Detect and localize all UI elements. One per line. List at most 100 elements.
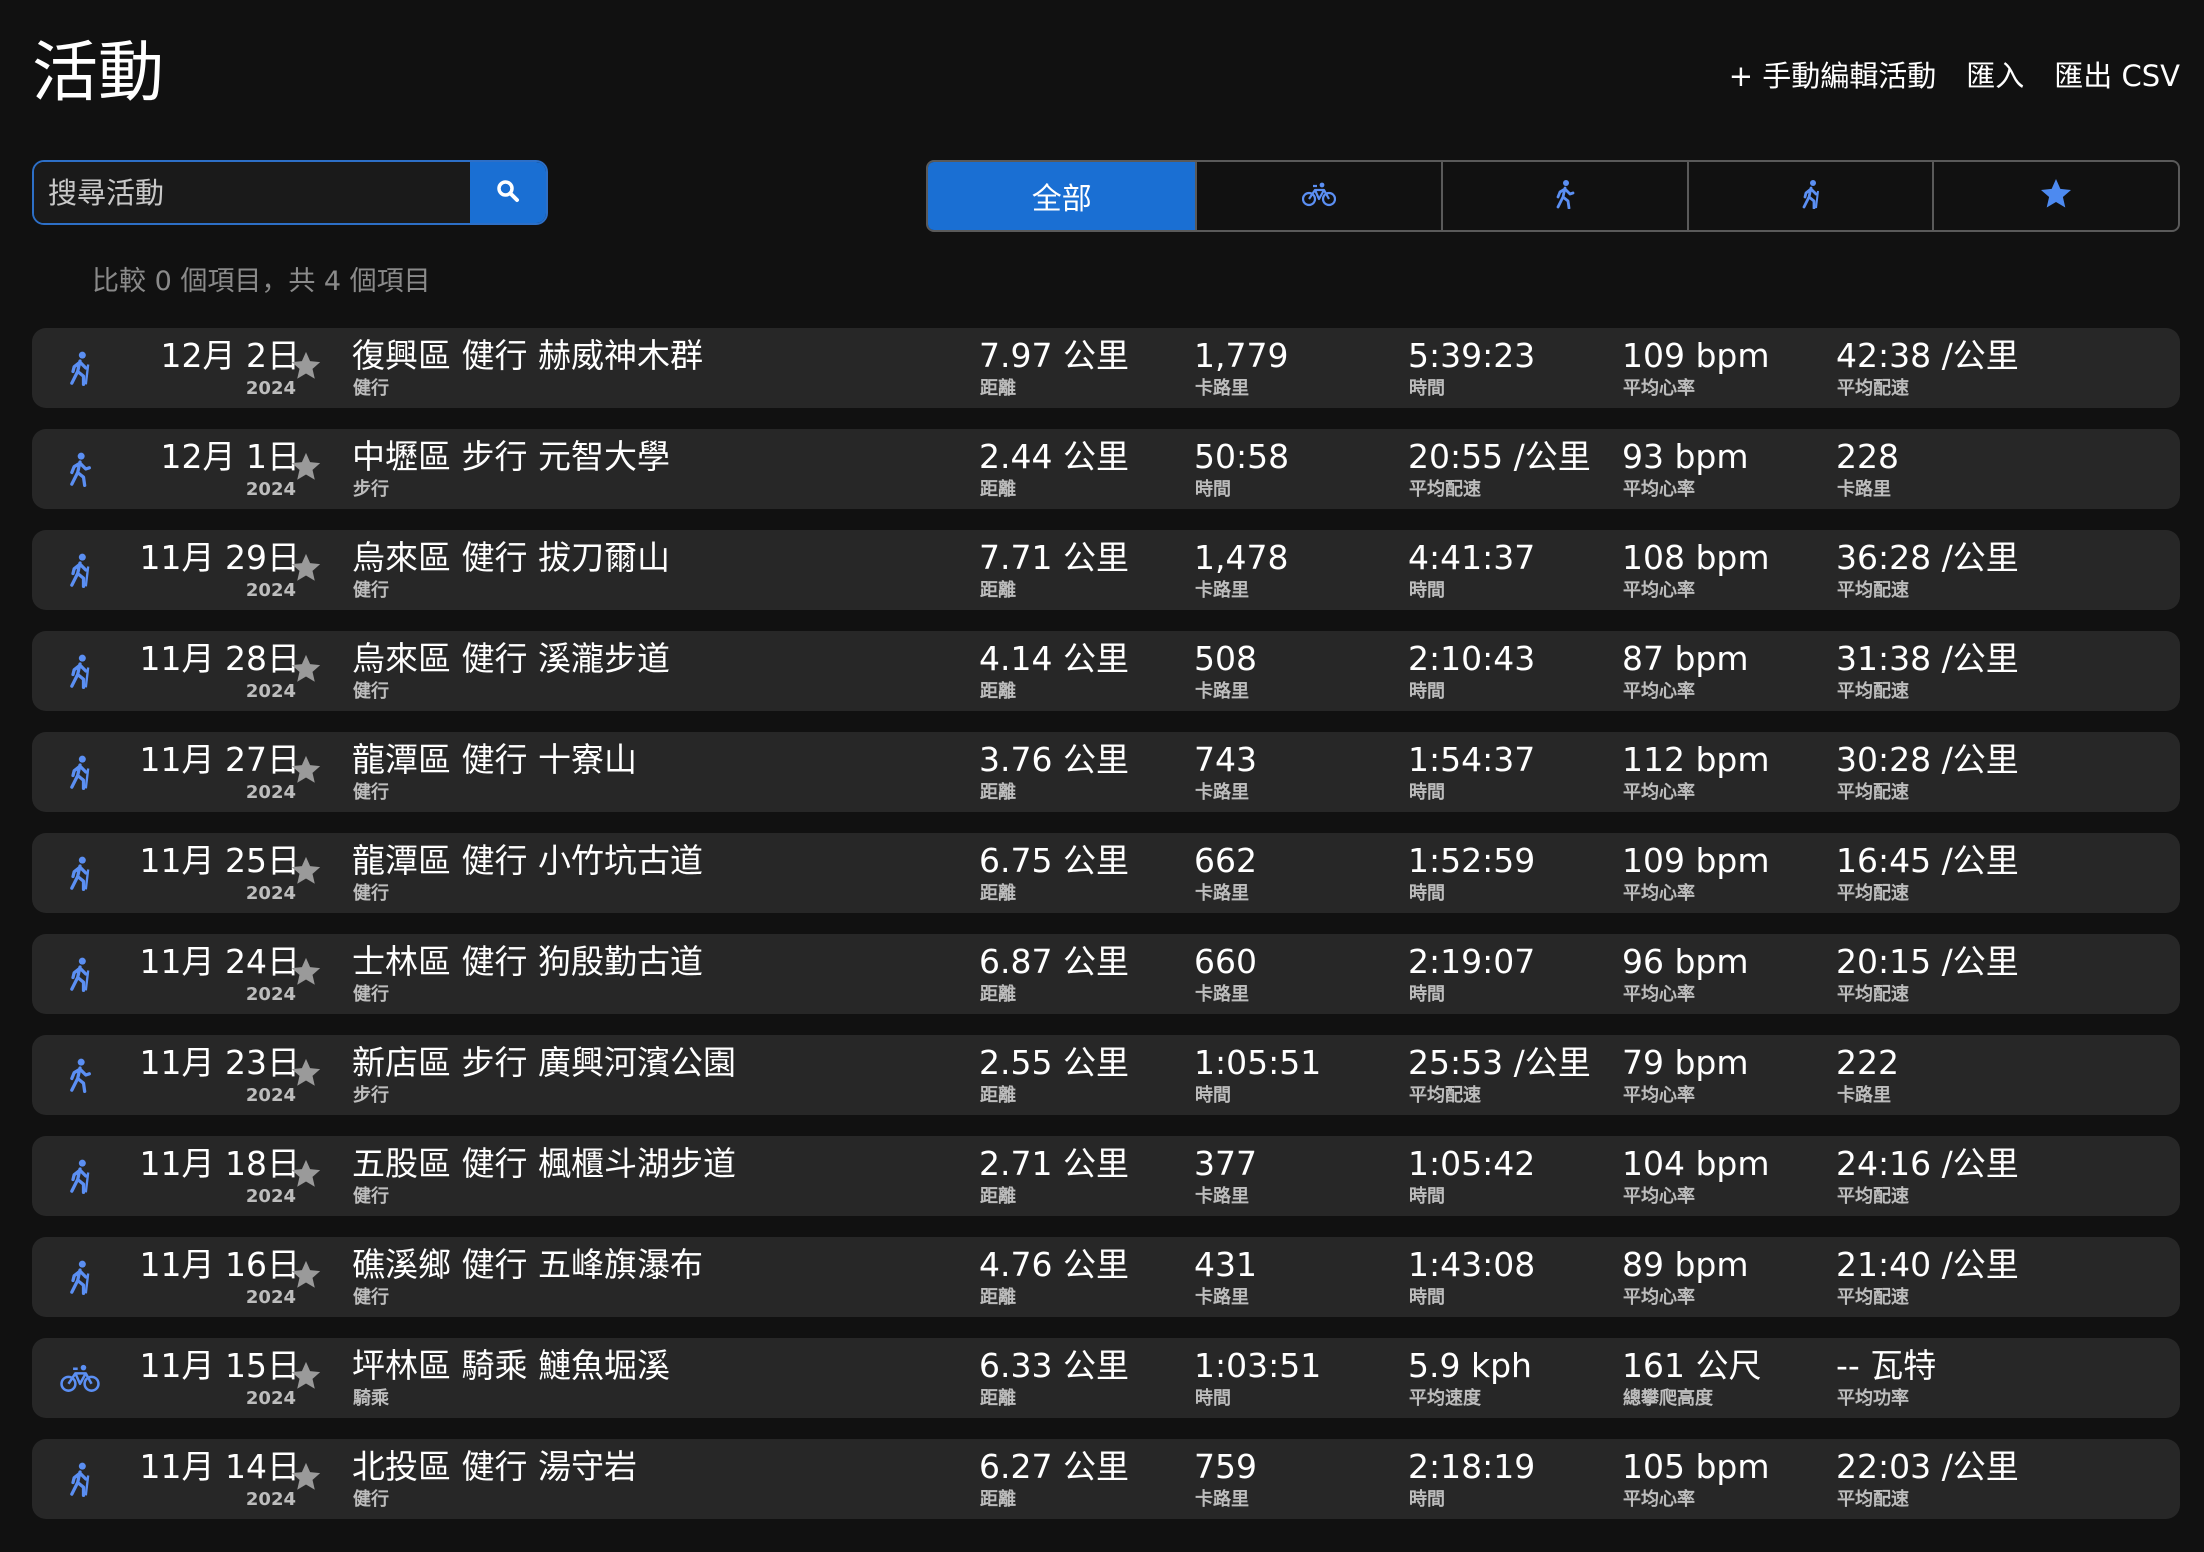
activity-stat: 6.27 公里 距離 <box>979 1447 1129 1511</box>
activity-stat: 20:55 /公里 平均配速 <box>1408 437 1591 501</box>
walk-icon <box>60 1055 100 1095</box>
activity-row[interactable]: 11月 27日 2024 龍潭區 健行 十寮山 健行 3.76 公里 距離 743 卡路里 1:… <box>32 732 2180 812</box>
activity-stat: 161 公尺 總攀爬高度 <box>1622 1346 1761 1410</box>
activity-row[interactable]: 11月 24日 2024 士林區 健行 狗殷勤古道 健行 6.87 公里 距離 660 卡路里… <box>32 934 2180 1014</box>
activity-stat: 1:05:51 時間 <box>1194 1043 1321 1107</box>
stat-value: 109 bpm <box>1622 336 1770 375</box>
activity-name[interactable]: 礁溪鄉 健行 五峰旗瀑布 <box>352 1245 703 1285</box>
activity-stat: 759 卡路里 <box>1194 1447 1257 1511</box>
activity-date: 11月 24日 <box>139 942 300 981</box>
manual-add-activity-link[interactable]: + 手動編輯活動 <box>1729 56 1937 96</box>
activity-stat: 6.33 公里 距離 <box>979 1346 1129 1410</box>
activity-stat: 228 卡路里 <box>1836 437 1899 501</box>
stat-label: 時間 <box>1409 378 1445 399</box>
filter-tab-favorites[interactable] <box>1932 162 2178 230</box>
stat-value: 42:38 /公里 <box>1836 336 2019 375</box>
stat-label: 時間 <box>1409 1287 1445 1308</box>
favorite-star-icon[interactable] <box>286 1053 326 1093</box>
page-title: 活動 <box>32 34 164 111</box>
walk-icon <box>60 449 100 489</box>
stat-label: 卡路里 <box>1837 1085 1891 1106</box>
activity-name[interactable]: 烏來區 健行 溪瀧步道 <box>352 639 670 679</box>
filter-tab-hiking[interactable] <box>1686 162 1933 230</box>
export-csv-link[interactable]: 匯出 CSV <box>2054 56 2180 96</box>
activity-row[interactable]: 12月 1日 2024 中壢區 步行 元智大學 步行 2.44 公里 距離 50:58 時間 2… <box>32 429 2180 509</box>
stat-value: 22:03 /公里 <box>1836 1447 2019 1486</box>
stat-label: 平均心率 <box>1623 883 1695 904</box>
stat-value: 4:41:37 <box>1408 538 1536 577</box>
activity-date: 12月 1日 <box>160 437 300 476</box>
hike-icon <box>60 1459 100 1499</box>
activity-stat: 22:03 /公里 平均配速 <box>1836 1447 2019 1511</box>
stat-label: 平均配速 <box>1837 378 1909 399</box>
activity-row[interactable]: 11月 16日 2024 礁溪鄉 健行 五峰旗瀑布 健行 4.76 公里 距離 431 卡路里… <box>32 1237 2180 1317</box>
stat-value: 1:03:51 <box>1194 1346 1322 1385</box>
favorite-star-icon[interactable] <box>286 548 326 588</box>
stat-label: 平均功率 <box>1837 1388 1909 1409</box>
import-link[interactable]: 匯入 <box>1966 56 2024 96</box>
activity-row[interactable]: 11月 28日 2024 烏來區 健行 溪瀧步道 健行 4.14 公里 距離 508 卡路里 2… <box>32 631 2180 711</box>
activity-row[interactable]: 11月 23日 2024 新店區 步行 廣興河濱公園 步行 2.55 公里 距離 1:05:… <box>32 1035 2180 1115</box>
activity-row[interactable]: 11月 14日 2024 北投區 健行 湯守岩 健行 6.27 公里 距離 759 卡路里 2:… <box>32 1439 2180 1519</box>
activity-name[interactable]: 烏來區 健行 拔刀爾山 <box>352 538 670 578</box>
activity-stat: 42:38 /公里平均配速 <box>1836 336 2019 400</box>
search-button[interactable] <box>470 162 546 223</box>
activity-row[interactable]: 11月 25日 2024 龍潭區 健行 小竹坑古道 健行 6.75 公里 距離 662 卡路里… <box>32 833 2180 913</box>
stat-value: 21:40 /公里 <box>1836 1245 2019 1284</box>
favorite-star-icon[interactable] <box>286 346 326 386</box>
favorite-star-icon[interactable] <box>286 1356 326 1396</box>
activity-date: 12月 2日 <box>160 336 300 375</box>
favorite-star-icon[interactable] <box>286 952 326 992</box>
stat-value: 93 bpm <box>1622 437 1749 476</box>
activity-date: 11月 25日 <box>139 841 300 880</box>
activity-name[interactable]: 五股區 健行 楓櫃斗湖步道 <box>352 1144 736 1184</box>
activity-name[interactable]: 北投區 健行 湯守岩 <box>352 1447 637 1487</box>
stat-value: 2.55 公里 <box>979 1043 1129 1082</box>
activity-name[interactable]: 龍潭區 健行 十寮山 <box>352 740 637 780</box>
filter-tab-walking[interactable] <box>1441 162 1687 230</box>
stat-label: 距離 <box>980 1388 1016 1409</box>
favorite-star-icon[interactable] <box>286 1457 326 1497</box>
activity-name[interactable]: 龍潭區 健行 小竹坑古道 <box>352 841 703 881</box>
activity-name[interactable]: 新店區 步行 廣興河濱公園 <box>352 1043 736 1083</box>
stat-value: 1:54:37 <box>1408 740 1536 779</box>
stat-value: 79 bpm <box>1622 1043 1749 1082</box>
activity-name[interactable]: 中壢區 步行 元智大學 <box>352 437 670 477</box>
favorite-star-icon[interactable] <box>286 649 326 689</box>
filter-tab-all-label: 全部 <box>1031 182 1092 217</box>
activity-name[interactable]: 復興區 健行 赫威神木群 <box>352 336 703 376</box>
activity-stat: 4:41:37 時間 <box>1408 538 1535 602</box>
activity-date: 11月 15日 <box>139 1346 300 1385</box>
walk-icon <box>1553 179 1577 213</box>
stat-value: 3.76 公里 <box>979 740 1129 779</box>
stat-label: 平均心率 <box>1623 1085 1695 1106</box>
activity-row[interactable]: 11月 29日 2024 烏來區 健行 拔刀爾山 健行 7.71 公里 距離 1,478 卡路… <box>32 530 2180 610</box>
activity-stat: 4.14 公里 距離 <box>979 639 1129 703</box>
activity-name[interactable]: 士林區 健行 狗殷勤古道 <box>352 942 703 982</box>
search-input[interactable] <box>34 162 470 223</box>
activity-stat: 1,779 卡路里 <box>1194 336 1288 400</box>
stat-value: 89 bpm <box>1622 1245 1749 1284</box>
stat-value: 20:55 /公里 <box>1408 437 1591 476</box>
stat-label: 時間 <box>1409 681 1445 702</box>
stat-value: 662 <box>1194 841 1257 880</box>
stat-value: 20:15 /公里 <box>1836 942 2019 981</box>
activity-type: 步行 <box>353 1085 389 1106</box>
favorite-star-icon[interactable] <box>286 447 326 487</box>
activity-stat: 7.71 公里 距離 <box>979 538 1129 602</box>
filter-tab-all[interactable]: 全部 <box>928 162 1196 230</box>
activity-name[interactable]: 坪林區 騎乘 鰱魚堀溪 <box>352 1346 670 1386</box>
favorite-star-icon[interactable] <box>286 1154 326 1194</box>
filter-tab-cycling[interactable] <box>1195 162 1441 230</box>
activity-row[interactable]: 12月 2日 2024 復興區 健行 赫威神木群 健行 7.97 公里 距離 1,779 卡路… <box>32 328 2180 408</box>
stat-label: 平均心率 <box>1623 378 1695 399</box>
activity-row[interactable]: 11月 15日 2024 坪林區 騎乘 鰱魚堀溪 騎乘 6.33 公里 距離 1:03:51… <box>32 1338 2180 1418</box>
favorite-star-icon[interactable] <box>286 851 326 891</box>
stat-value: 112 bpm <box>1622 740 1770 779</box>
favorite-star-icon[interactable] <box>286 1255 326 1295</box>
activity-row[interactable]: 11月 18日 2024 五股區 健行 楓櫃斗湖步道 健行 2.71 公里 距離 377 卡路… <box>32 1136 2180 1216</box>
activity-stat: 20:15 /公里 平均配速 <box>1836 942 2019 1006</box>
activity-type: 健行 <box>353 782 389 803</box>
favorite-star-icon[interactable] <box>286 750 326 790</box>
stat-value: 5:39:23 <box>1408 336 1536 375</box>
